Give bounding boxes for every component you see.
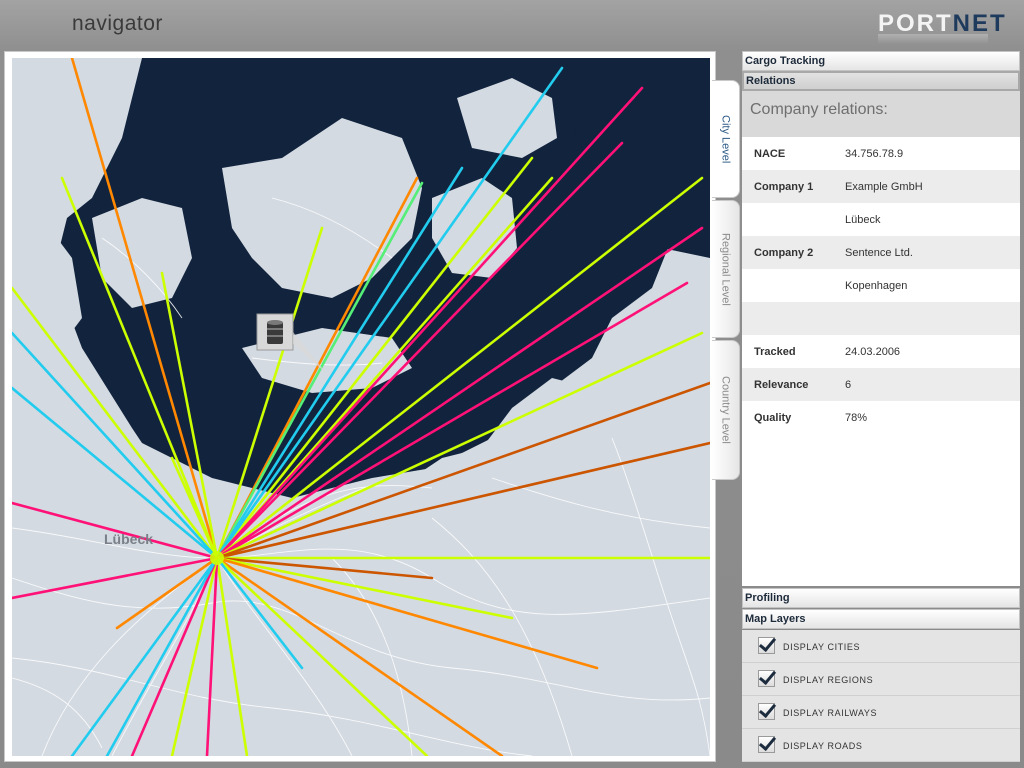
relation-key: Quality (754, 412, 792, 424)
side-panel: Cargo Tracking Relations Company relatio… (742, 51, 1020, 762)
map-view[interactable]: Lübeck (12, 58, 710, 756)
layer-label: DISPLAY ROADS (783, 741, 863, 751)
tab-city-level[interactable]: City Level (712, 80, 740, 198)
relation-value: 78% (845, 412, 868, 424)
section-relations[interactable]: Relations (742, 71, 1020, 91)
relation-key: Tracked (754, 346, 796, 358)
checkmark-icon (758, 699, 777, 719)
layer-display-cities[interactable]: DISPLAY CITIES (742, 630, 1020, 663)
tab-regional-level-label: Regional Level (719, 232, 732, 306)
tab-country-level-label: Country Level (719, 376, 732, 444)
relations-heading: Company relations: (750, 101, 888, 118)
checkbox-display-regions[interactable] (758, 666, 777, 687)
checkbox-display-railways[interactable] (758, 699, 777, 720)
relation-value: 34.756.78.9 (845, 148, 904, 160)
layer-display-roads[interactable]: DISPLAY ROADS (742, 729, 1020, 762)
relation-value: 6 (845, 379, 852, 391)
relation-row-quality: Quality 78% (742, 401, 1020, 434)
logo-part-port: PORT (878, 10, 953, 37)
top-bar: navigator PORTNET (0, 0, 1024, 50)
checkmark-icon (758, 666, 777, 686)
relation-key: NACE (754, 148, 786, 160)
map-canvas[interactable]: Lübeck (12, 58, 710, 756)
relation-row-tracked: Tracked 24.03.2006 (742, 335, 1020, 368)
relation-value: Lübeck (845, 214, 881, 226)
relation-key: Relevance (754, 379, 809, 391)
relation-value: Sentence Ltd. (845, 247, 913, 259)
checkbox-display-roads[interactable] (758, 732, 777, 753)
relations-heading-area: Company relations: (742, 91, 1020, 137)
relation-row-company1-city: Lübeck (742, 203, 1020, 236)
relations-empty-area (742, 434, 1020, 586)
relation-row-company2: Company 2 Sentence Ltd. (742, 236, 1020, 269)
hub-point (210, 551, 224, 565)
app-title: navigator (72, 12, 163, 35)
tab-city-level-label: City Level (719, 114, 732, 164)
checkmark-icon (758, 732, 777, 752)
layer-display-regions[interactable]: DISPLAY REGIONS (742, 663, 1020, 696)
logo-part-net: NET (952, 10, 1007, 37)
layer-label: DISPLAY REGIONS (783, 675, 874, 685)
map-frame: Lübeck (4, 51, 716, 762)
relation-row-company2-city: Kopenhagen (742, 269, 1020, 302)
relation-row-company1: Company 1 Example GmbH (742, 170, 1020, 203)
relation-row-nace: NACE 34.756.78.9 (742, 137, 1020, 170)
map-layers-panel: DISPLAY CITIES DISPLAY REGIONS DISPLAY R… (742, 630, 1020, 762)
oil-barrel-icon (267, 320, 283, 344)
relation-value: 24.03.2006 (845, 346, 901, 358)
section-map-layers[interactable]: Map Layers (742, 609, 1020, 629)
tab-regional-level[interactable]: Regional Level (712, 200, 740, 338)
section-profiling[interactable]: Profiling (742, 588, 1020, 608)
level-tabs: City Level Regional Level Country Level (712, 80, 742, 500)
relation-key: Company 2 (754, 247, 814, 259)
relation-value: Kopenhagen (845, 280, 908, 292)
relation-row-spacer (742, 302, 1020, 335)
city-label-luebeck: Lübeck (104, 531, 153, 547)
relations-panel: Company relations: NACE 34.756.78.9 Comp… (742, 91, 1020, 586)
layer-display-railways[interactable]: DISPLAY RAILWAYS (742, 696, 1020, 729)
relation-key: Company 1 (754, 181, 814, 193)
layer-label: DISPLAY CITIES (783, 642, 861, 652)
logo-reflection (878, 34, 988, 44)
relation-row-relevance: Relevance 6 (742, 368, 1020, 401)
checkmark-icon (758, 633, 777, 653)
checkbox-display-cities[interactable] (758, 633, 777, 654)
layer-label: DISPLAY RAILWAYS (783, 708, 878, 718)
relation-value: Example GmbH (845, 181, 923, 193)
tab-country-level[interactable]: Country Level (712, 340, 740, 480)
section-cargo-tracking[interactable]: Cargo Tracking (742, 51, 1020, 71)
